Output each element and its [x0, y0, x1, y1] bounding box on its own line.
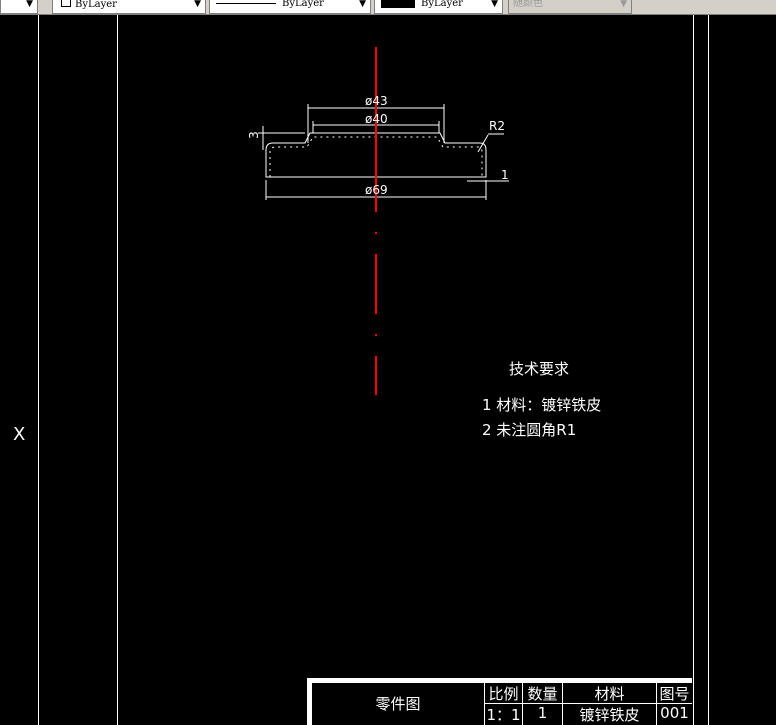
dim-t1: 1: [501, 168, 509, 182]
notes-title: 技术要求: [509, 360, 570, 378]
note-item: 2 未注圆角R1: [482, 421, 577, 439]
header-drawing-no: 图号: [656, 683, 692, 704]
value-scale: 1：1: [484, 704, 522, 725]
dim-r2: R2: [489, 119, 505, 133]
value-quantity: 1: [522, 704, 562, 725]
dim-d43: ø43: [365, 94, 388, 108]
dim-h3: 3: [246, 131, 261, 139]
header-quantity: 数量: [522, 683, 562, 704]
header-scale: 比例: [484, 683, 522, 704]
drawing-canvas[interactable]: [0, 0, 776, 725]
value-drawing-no: 001: [656, 704, 692, 725]
value-material: 镀锌铁皮: [562, 704, 656, 725]
title-block: 零件图 比例 数量 材料 图号 1：1 1 镀锌铁皮 001: [307, 678, 692, 725]
note-item: 1 材料：镀锌铁皮: [482, 396, 602, 414]
drawing-name: 零件图: [375, 695, 421, 713]
header-material: 材料: [562, 683, 656, 704]
dim-d40: ø40: [365, 112, 388, 126]
dim-d69: ø69: [365, 183, 388, 197]
ucs-x-label: X: [13, 424, 26, 445]
